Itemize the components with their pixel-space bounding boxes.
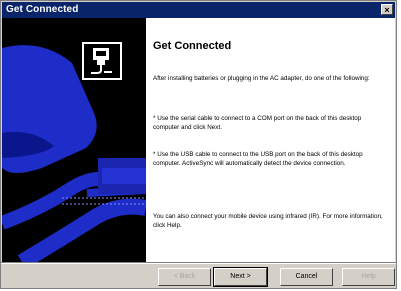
- cable-illustration: [2, 18, 146, 262]
- page-title: Get Connected: [153, 40, 232, 52]
- help-button[interactable]: Help: [342, 268, 395, 286]
- next-button[interactable]: Next >: [213, 267, 268, 287]
- close-icon: ×: [384, 5, 390, 15]
- back-button[interactable]: < Back: [158, 268, 211, 286]
- wizard-text: Get Connected After installing batteries…: [153, 18, 391, 262]
- intro-text: After installing batteries or plugging i…: [153, 75, 370, 82]
- wizard-illustration: [2, 18, 146, 262]
- usb-instruction: * Use the USB cable to connect to the US…: [153, 151, 363, 167]
- close-button[interactable]: ×: [381, 4, 393, 15]
- window-title: Get Connected: [6, 4, 79, 15]
- button-bar: < Back Next > Cancel Help: [1, 262, 396, 289]
- button-divider: [1, 262, 396, 264]
- cancel-button[interactable]: Cancel: [280, 268, 333, 286]
- get-connected-dialog: Get Connected × Get Connected After inst…: [0, 0, 397, 289]
- title-bar: Get Connected ×: [2, 2, 395, 18]
- serial-instruction: * Use the serial cable to connect to a C…: [153, 115, 362, 131]
- wizard-content: Get Connected After installing batteries…: [2, 18, 395, 262]
- device-cradle-icon: [82, 42, 122, 80]
- infrared-note: You can also connect your mobile device …: [153, 213, 383, 229]
